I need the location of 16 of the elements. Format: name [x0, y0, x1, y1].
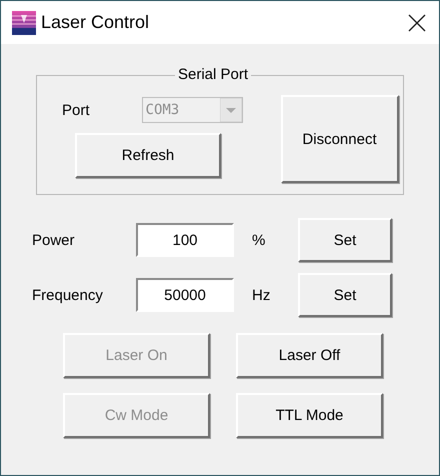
input-field[interactable]: 100 — [136, 223, 234, 257]
input-field[interactable]: 50000 — [136, 278, 234, 312]
field-label: Power — [32, 232, 76, 248]
unit-label: Hz — [252, 286, 272, 304]
unit-label: % — [252, 232, 266, 248]
action-button[interactable]: Laser Off — [236, 333, 383, 378]
window-title: Laser Control — [41, 12, 150, 33]
refresh-button[interactable]: Refresh — [75, 133, 221, 178]
set-button[interactable]: Set — [298, 218, 392, 262]
action-button[interactable]: TTL Mode — [236, 393, 383, 438]
disconnect-button[interactable]: Disconnect — [280, 95, 399, 183]
close-icon[interactable] — [407, 12, 427, 32]
app-icon — [12, 10, 36, 34]
port-label: Port — [62, 102, 90, 118]
field-label: Frequency — [32, 286, 104, 304]
set-button[interactable]: Set — [298, 273, 392, 317]
